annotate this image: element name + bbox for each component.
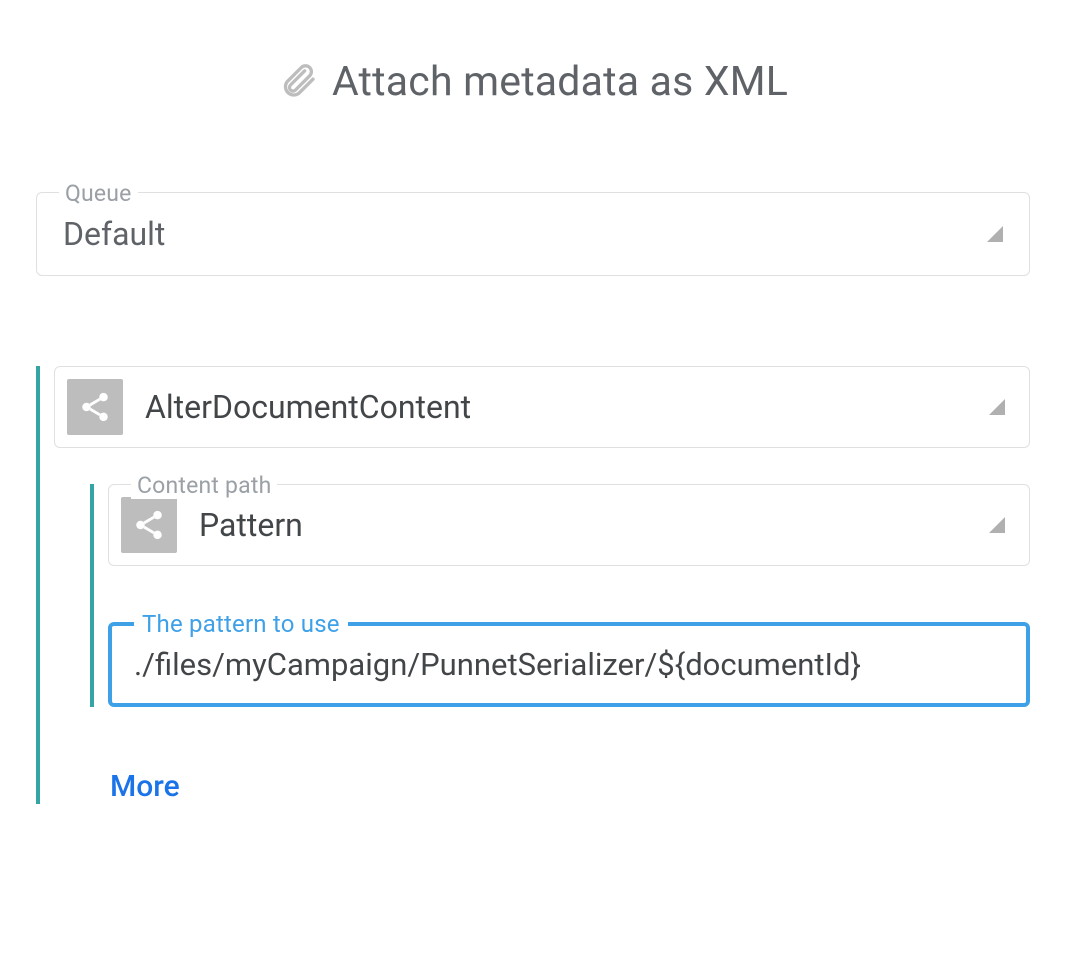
panel-title-row: Attach metadata as XML [36,58,1030,106]
task-select[interactable]: AlterDocumentContent [54,366,1030,448]
config-panel: Attach metadata as XML Queue Default Alt… [0,0,1066,804]
content-path-label: Content path [131,472,277,499]
queue-value: Default [63,215,987,253]
pattern-value: ./files/myCampaign/PunnetSerializer/${do… [134,646,1004,683]
more-button[interactable]: More [110,769,180,804]
share-icon [67,379,123,435]
dropdown-triangle-icon [987,226,1003,242]
dropdown-triangle-icon [989,399,1005,415]
share-icon [121,497,177,553]
dropdown-triangle-icon [989,517,1005,533]
content-path-value: Pattern [199,506,989,544]
attachment-icon [278,59,318,105]
queue-label: Queue [59,180,138,207]
content-path-select[interactable]: Content path Pattern [108,484,1030,566]
content-path-block: Content path Pattern The pattern to use … [90,484,1030,707]
queue-select[interactable]: Queue Default [36,192,1030,276]
pattern-label: The pattern to use [134,610,348,638]
task-value: AlterDocumentContent [145,388,989,426]
task-block: AlterDocumentContent Content path Patter… [36,366,1030,804]
panel-title: Attach metadata as XML [332,58,788,106]
pattern-input[interactable]: The pattern to use ./files/myCampaign/Pu… [108,622,1030,707]
